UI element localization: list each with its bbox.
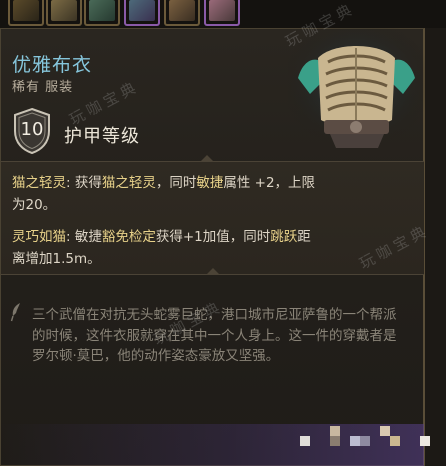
- inventory-slot[interactable]: [124, 0, 160, 26]
- armor-class-value: 10: [20, 119, 44, 140]
- quill-icon: [10, 302, 24, 322]
- divider-notch: [207, 268, 219, 274]
- property-cat-nimbleness[interactable]: 灵巧如猫: 敏捷豁免检定获得+1加值，同时跳跃距 离增加1.5m。: [12, 226, 412, 270]
- inventory-slot[interactable]: [164, 0, 200, 26]
- inventory-slot[interactable]: [84, 0, 120, 26]
- property-feline-agility[interactable]: 猫之轻灵: 获得猫之轻灵，同时敏捷属性 +2，上限 为20。: [12, 172, 412, 216]
- divider-notch: [201, 155, 213, 161]
- inventory-slot[interactable]: [46, 0, 82, 26]
- inventory-slot[interactable]: [8, 0, 44, 26]
- item-name: 优雅布衣: [12, 54, 93, 76]
- divider: [1, 274, 424, 275]
- inventory-strip: [0, 0, 446, 28]
- robe-chest-armor-icon: [288, 28, 425, 150]
- inventory-slot[interactable]: [204, 0, 240, 26]
- item-rarity-type: 稀有 服装: [12, 80, 74, 95]
